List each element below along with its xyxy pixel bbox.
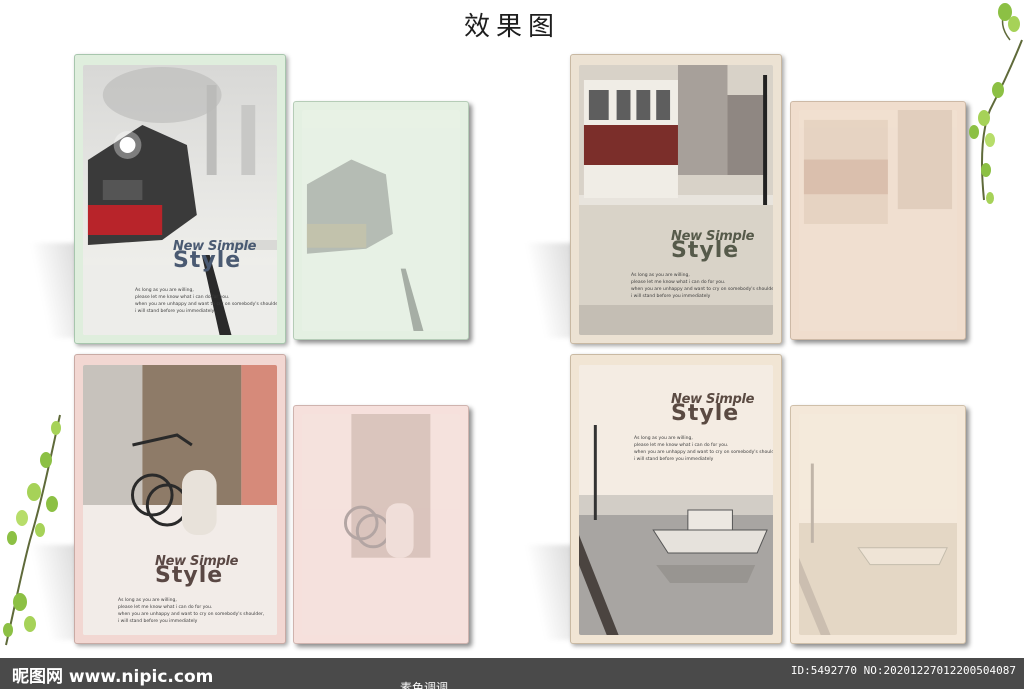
cover-photo-area: New Simple Style As long as you are will… bbox=[579, 65, 773, 335]
leaf-vine-icon bbox=[969, 3, 1023, 204]
caption-text: 素色调调 bbox=[400, 681, 449, 689]
image-id: ID:5492770 NO:20201227012200504087 bbox=[790, 664, 1016, 677]
cover-photo-area: New Simple Style As long as you are will… bbox=[83, 65, 277, 335]
cover-blurb: As long as you are willing, please let me… bbox=[634, 436, 773, 462]
page-title: 效果图 bbox=[463, 12, 560, 42]
cover-boat-back[interactable] bbox=[790, 405, 966, 644]
cover-brand: New Simple Style bbox=[671, 230, 754, 262]
cover-bicycle-front[interactable]: New Simple Style As long as you are will… bbox=[74, 354, 286, 644]
watermark-bar: 昵图网 www.nipic.com 素色调调 ID:5492770 NO:202… bbox=[0, 658, 1024, 689]
back-photo-area bbox=[799, 414, 957, 635]
cover-bicycle-back[interactable] bbox=[293, 405, 469, 644]
cover-train-front[interactable]: New Simple Style As long as you are will… bbox=[74, 54, 286, 344]
back-photo-area bbox=[302, 110, 460, 331]
bicycle-photo bbox=[83, 365, 277, 635]
cover-brand: New Simple Style bbox=[671, 393, 754, 425]
cover-boat-front[interactable]: New Simple Style As long as you are will… bbox=[570, 354, 782, 644]
bicycle-photo-faded bbox=[302, 414, 460, 635]
site-logo: 昵图网 www.nipic.com bbox=[12, 667, 214, 687]
cover-blurb: As long as you are willing, please let me… bbox=[118, 598, 265, 624]
cover-tram-front[interactable]: New Simple Style As long as you are will… bbox=[570, 54, 782, 344]
boat-photo-faded bbox=[799, 414, 957, 635]
cover-brand: New Simple Style bbox=[155, 555, 238, 587]
cover-train-back[interactable] bbox=[293, 101, 469, 340]
back-photo-area bbox=[799, 110, 957, 331]
train-photo-faded bbox=[302, 110, 460, 331]
back-photo-area bbox=[302, 414, 460, 635]
tram-photo-faded bbox=[799, 110, 957, 331]
cover-photo-area: New Simple Style As long as you are will… bbox=[83, 365, 277, 635]
cover-brand: New Simple Style bbox=[173, 240, 256, 272]
cover-tram-back[interactable] bbox=[790, 101, 966, 340]
cover-photo-area: New Simple Style As long as you are will… bbox=[579, 365, 773, 635]
cover-blurb: As long as you are willing, please let me… bbox=[135, 288, 277, 314]
cover-blurb: As long as you are willing, please let me… bbox=[631, 273, 773, 299]
leaf-vine-icon bbox=[3, 414, 61, 646]
